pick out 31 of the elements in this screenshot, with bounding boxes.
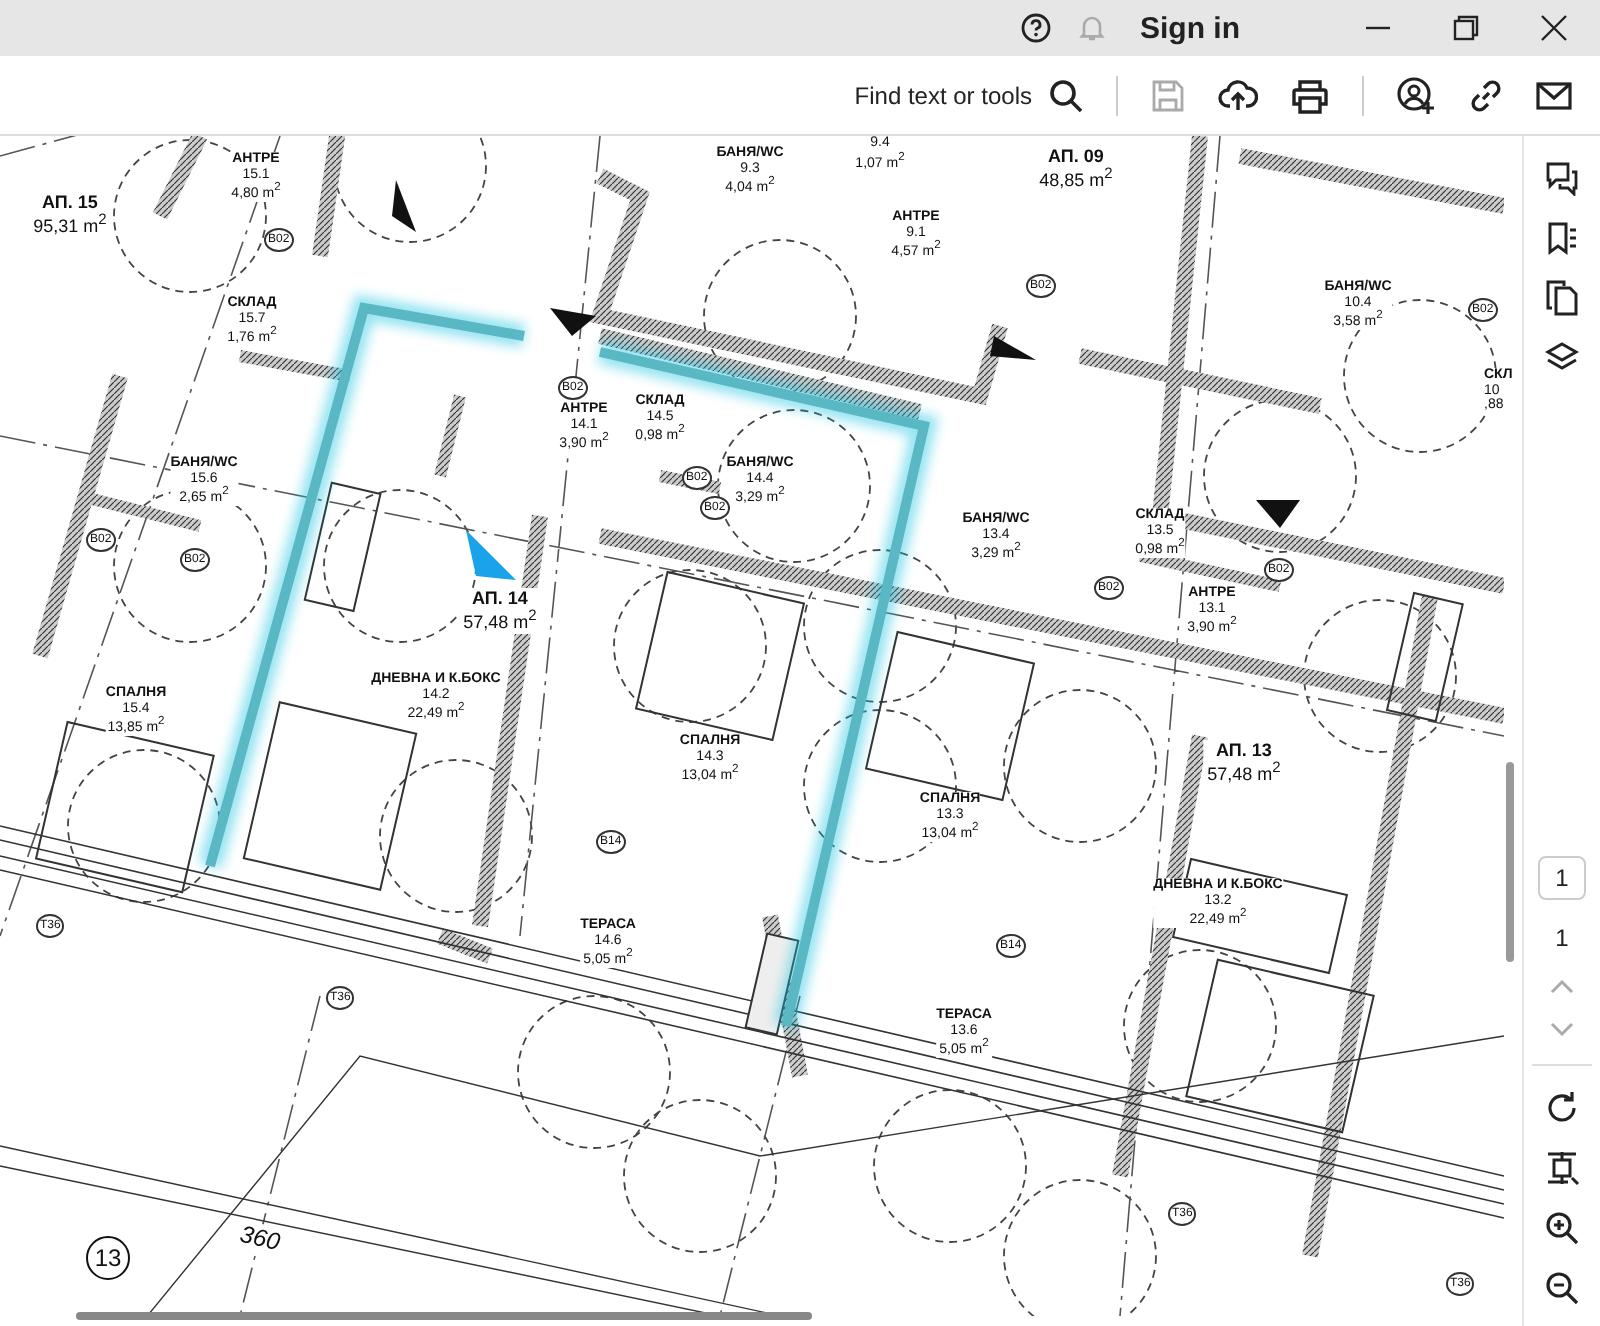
cloud-upload-icon[interactable] (1218, 77, 1258, 113)
horizontal-scrollbar[interactable] (76, 1312, 812, 1320)
vertical-scrollbar[interactable] (1506, 762, 1514, 962)
page-count: 1 (1555, 924, 1569, 952)
zoom-in-icon[interactable] (1544, 1210, 1580, 1246)
grid-axis-label: 13 (86, 1236, 130, 1280)
sign-in-button[interactable]: Sign in (1132, 11, 1248, 45)
apartment-area: 57,48 m$^{2}$ (463, 608, 537, 634)
fit-page-icon[interactable] (1544, 1150, 1580, 1186)
apartment-area: 48,85 m$^{2}$ (1039, 166, 1113, 192)
close-icon[interactable] (1540, 14, 1568, 42)
apartment-label: АП. 14 (472, 588, 528, 609)
apartment-label: АП. 15 (42, 192, 98, 213)
apartment-label: АП. 13 (1216, 740, 1272, 761)
pages-icon[interactable] (1544, 280, 1580, 316)
apartment-area: 57,48 m$^{2}$ (1207, 760, 1281, 786)
help-icon[interactable] (1020, 12, 1052, 44)
apartment-label: АП. 09 (1048, 146, 1104, 167)
page-number-field[interactable]: 1 (1538, 856, 1586, 900)
link-icon[interactable] (1468, 77, 1504, 113)
apartment-area: 95,31 m$^{2}$ (33, 212, 107, 238)
restore-icon[interactable] (1452, 14, 1480, 42)
bookmark-icon[interactable] (1544, 220, 1580, 256)
rotate-icon[interactable] (1544, 1090, 1580, 1126)
mail-icon[interactable] (1536, 79, 1572, 111)
comment-icon[interactable] (1544, 160, 1580, 196)
zoom-out-icon[interactable] (1544, 1270, 1580, 1306)
print-icon[interactable] (1290, 77, 1330, 113)
search-label[interactable]: Find text or tools (854, 81, 1032, 109)
add-person-icon[interactable] (1396, 75, 1436, 115)
search-icon[interactable] (1048, 77, 1084, 113)
